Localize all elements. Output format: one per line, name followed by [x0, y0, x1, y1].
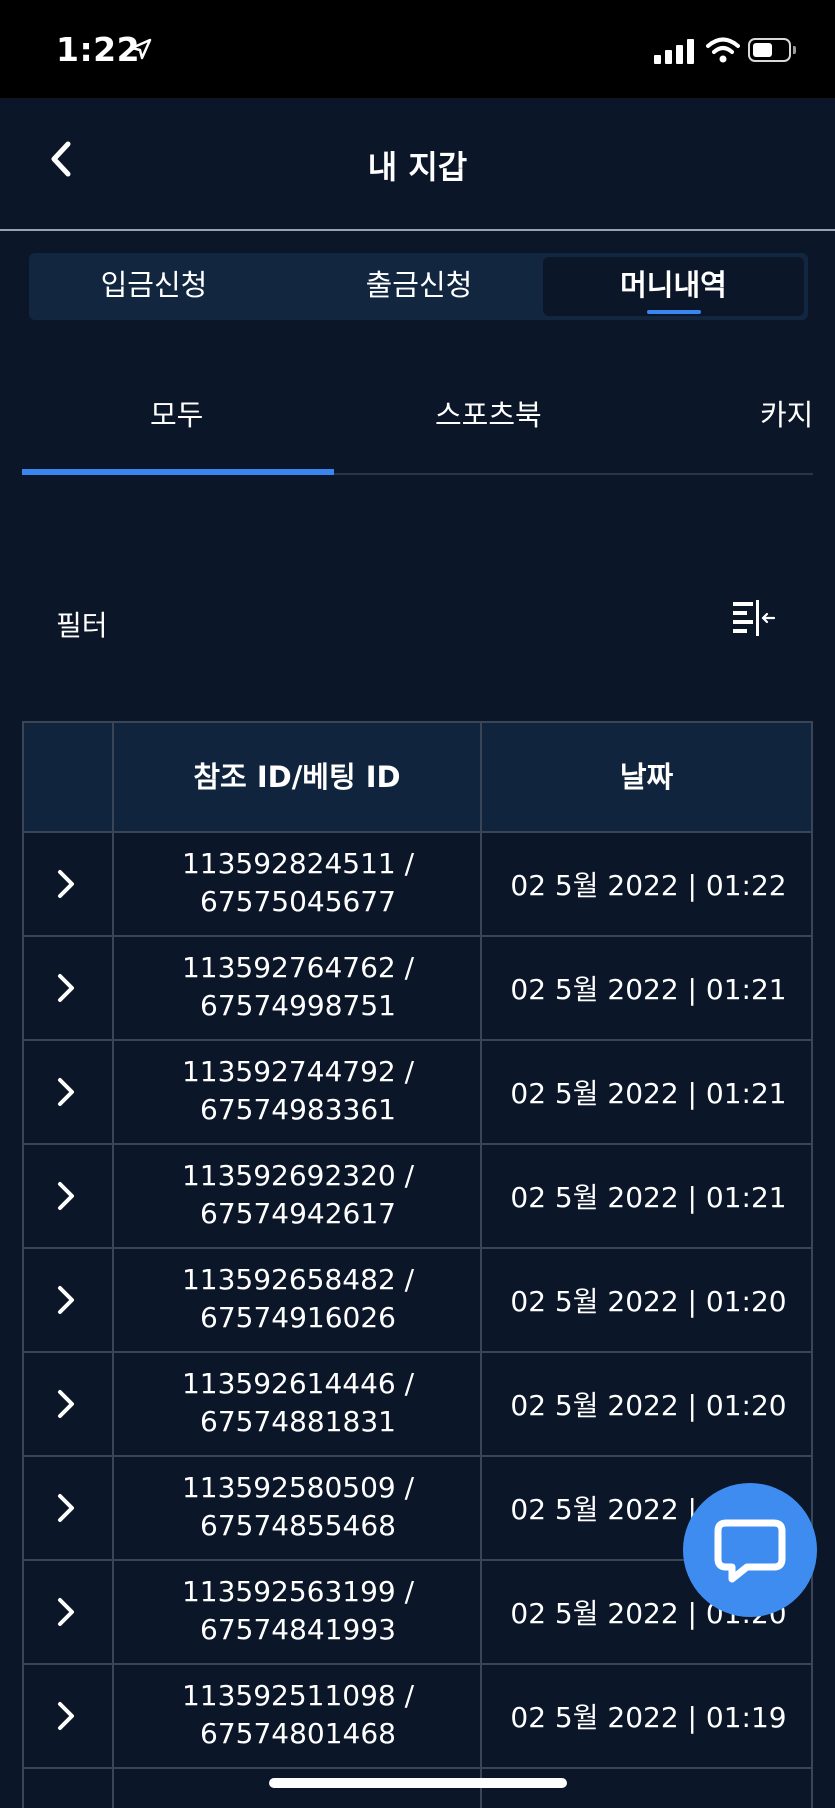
bet-id: 67574841993	[200, 1613, 396, 1646]
ref-id: 113592824511 /	[181, 847, 415, 880]
bet-id: 67575045677	[200, 885, 396, 918]
table-header-row: 참조 ID/베팅 ID 날짜	[22, 721, 813, 833]
ref-id: 113592658482 /	[181, 1263, 415, 1296]
ref-bet-id: 113592764762 / 67574998751	[114, 949, 482, 1025]
chevron-right-icon[interactable]	[56, 869, 76, 899]
tab-withdraw-request[interactable]: 출금신청	[294, 253, 544, 320]
table-row[interactable]: 113592614446 / 67574881831 02 5월 2022 | 0…	[22, 1353, 813, 1457]
ref-bet-id: 113592614446 / 67574881831	[114, 1365, 482, 1441]
filter-label: 필터	[56, 609, 108, 642]
ref-id: 113592511098 /	[181, 1679, 415, 1712]
chevron-right-icon[interactable]	[56, 1701, 76, 1731]
table-row[interactable]: 113592744792 / 67574983361 02 5월 2022 | 0…	[22, 1041, 813, 1145]
bet-id: 67574998751	[200, 989, 396, 1022]
row-date: 02 5월 2022 | 01:19	[510, 1701, 787, 1734]
app-header: 내 지갑	[0, 98, 835, 231]
ref-bet-id: 113592658482 / 67574916026	[114, 1261, 482, 1337]
status-bar: 1:22	[0, 0, 835, 98]
chevron-right-icon[interactable]	[56, 1285, 76, 1315]
row-date: 02 5월 2022 | 01:22	[510, 869, 787, 902]
bet-id: 67574881831	[200, 1405, 396, 1438]
tab-money-history[interactable]: 머니내역	[543, 257, 804, 316]
column-header-date: 날짜	[619, 760, 674, 794]
chat-button[interactable]	[683, 1483, 817, 1617]
ref-bet-id: 113592563199 / 67574841993	[114, 1573, 482, 1649]
row-date: 02 5월 2022 | 01:21	[510, 1077, 787, 1110]
chevron-right-icon[interactable]	[56, 1597, 76, 1627]
signal-icon	[654, 38, 696, 64]
ref-id: 113592692320 /	[181, 1159, 415, 1192]
filter-sort-icon[interactable]	[730, 598, 780, 642]
chevron-right-icon[interactable]	[56, 1493, 76, 1523]
ref-id: 113592744792 /	[181, 1055, 415, 1088]
ref-id: 113592563199 /	[181, 1575, 415, 1608]
battery-icon	[748, 38, 796, 64]
ref-bet-id: 113592744792 / 67574983361	[114, 1053, 482, 1129]
bet-id: 67574855468	[200, 1509, 396, 1542]
ref-bet-id: 113592692320 / 67574942617	[114, 1157, 482, 1233]
active-tab-indicator	[646, 310, 701, 314]
chevron-right-icon[interactable]	[56, 973, 76, 1003]
status-time: 1:22	[56, 30, 141, 69]
page-title: 내 지갑	[367, 148, 468, 186]
tab-money-history-label: 머니내역	[620, 268, 727, 302]
ref-id: 113592764762 /	[181, 951, 415, 984]
tab-deposit-request[interactable]: 입금신청	[29, 253, 279, 320]
bet-id: 67574801468	[200, 1717, 396, 1750]
category-active-indicator	[22, 469, 334, 475]
ref-bet-id: 113592511098 / 67574801468	[114, 1677, 482, 1753]
table-row[interactable]: 113592692320 / 67574942617 02 5월 2022 | 0…	[22, 1145, 813, 1249]
tab-sportsbook[interactable]: 스포츠북	[435, 392, 542, 434]
row-date: 02 5월 2022 | 01:20	[510, 1285, 787, 1318]
home-indicator	[269, 1778, 567, 1788]
table-row[interactable]	[22, 1769, 813, 1808]
column-header-expand	[24, 723, 112, 831]
chevron-right-icon[interactable]	[56, 1389, 76, 1419]
chevron-right-icon[interactable]	[56, 1181, 76, 1211]
row-date: 02 5월 2022 | 01:21	[510, 973, 787, 1006]
tab-casino[interactable]: 카지	[760, 392, 813, 434]
wallet-page: 1:22 내 지갑 입금신청 출금신청 머니내역 모두 스포츠북 카지 필터 참…	[0, 0, 835, 1808]
chat-bubble-icon	[714, 1519, 786, 1583]
row-date: 02 5월 2022 | 01:20	[510, 1389, 787, 1422]
wifi-icon	[706, 37, 740, 63]
table-row[interactable]: 113592658482 / 67574916026 02 5월 2022 | 0…	[22, 1249, 813, 1353]
chevron-right-icon[interactable]	[56, 1077, 76, 1107]
bet-id: 67574916026	[200, 1301, 396, 1334]
row-date: 02 5월 2022 | 01:21	[510, 1181, 787, 1214]
wallet-segment-tabs: 입금신청 출금신청 머니내역	[29, 253, 808, 320]
column-header-ref-id: 참조 ID/베팅 ID	[193, 760, 401, 794]
table-row[interactable]: 113592764762 / 67574998751 02 5월 2022 | 0…	[22, 937, 813, 1041]
bet-id: 67574942617	[200, 1197, 396, 1230]
ref-bet-id: 113592580509 / 67574855468	[114, 1469, 482, 1545]
table-row[interactable]: 113592824511 / 67575045677 02 5월 2022 | 0…	[22, 833, 813, 937]
bet-id: 67574983361	[200, 1093, 396, 1126]
money-history-table: 참조 ID/베팅 ID 날짜 113592824511 / 67575045677…	[22, 721, 813, 1808]
ref-bet-id: 113592824511 / 67575045677	[114, 845, 482, 921]
location-arrow-icon	[130, 38, 152, 60]
ref-id: 113592614446 /	[181, 1367, 415, 1400]
table-row[interactable]: 113592511098 / 67574801468 02 5월 2022 | 0…	[22, 1665, 813, 1769]
ref-id: 113592580509 /	[181, 1471, 415, 1504]
tab-all[interactable]: 모두	[150, 392, 203, 434]
